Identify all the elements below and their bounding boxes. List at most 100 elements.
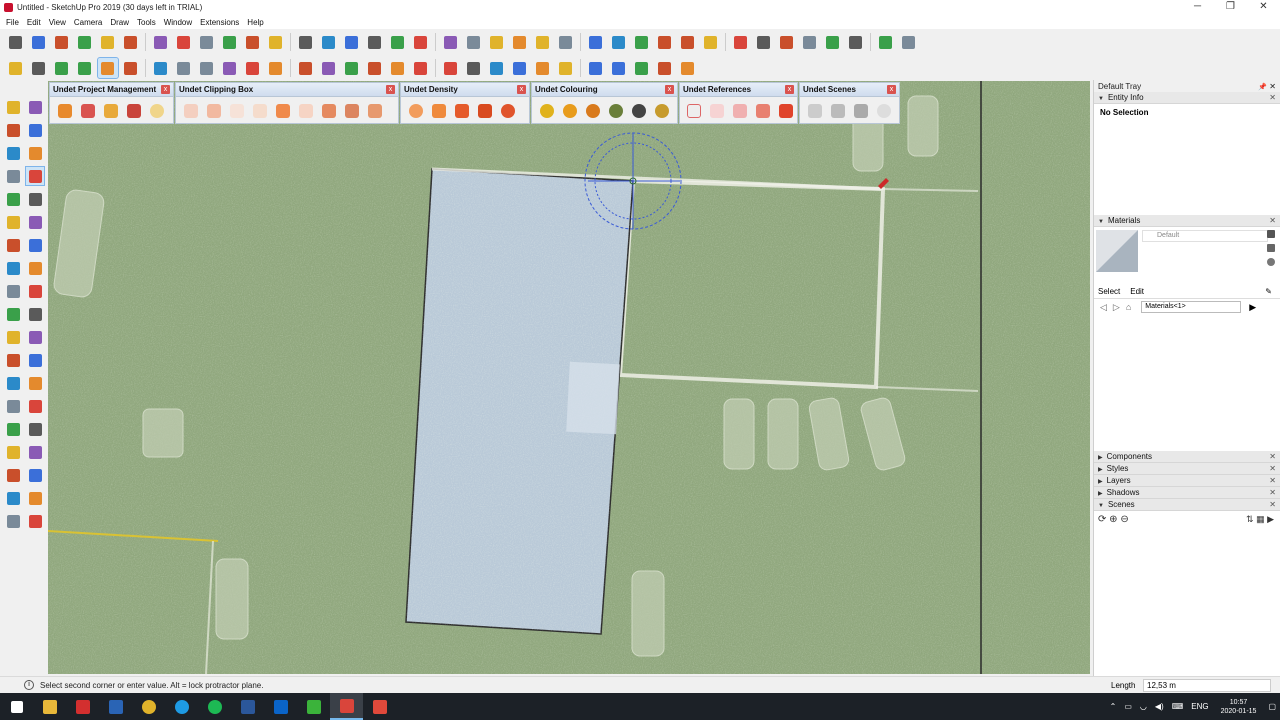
clip-reset-icon[interactable]: [296, 101, 316, 121]
close-icon[interactable]: ✕: [1269, 93, 1276, 102]
scale-icon[interactable]: [731, 32, 751, 52]
text-icon[interactable]: [319, 58, 339, 78]
close-icon[interactable]: ✕: [1269, 452, 1276, 461]
r-app-icon[interactable]: [99, 693, 132, 720]
green-app-icon[interactable]: [297, 693, 330, 720]
panel-materials[interactable]: ▼ Materials ✕: [1094, 215, 1280, 227]
wifi-icon[interactable]: ◡: [1140, 702, 1147, 711]
save-icon[interactable]: [52, 32, 72, 52]
tape-icon[interactable]: [4, 305, 22, 323]
close-icon[interactable]: ✕: [1269, 500, 1276, 509]
rotate-icon[interactable]: [220, 58, 240, 78]
spotify-icon[interactable]: [198, 693, 231, 720]
orbit-icon[interactable]: [365, 58, 385, 78]
freehand-icon[interactable]: [26, 144, 44, 162]
move-icon[interactable]: [4, 236, 22, 254]
circle-icon[interactable]: [151, 58, 171, 78]
left-icon[interactable]: [388, 32, 408, 52]
close-icon[interactable]: ✕: [1269, 488, 1276, 497]
extension-icon[interactable]: [26, 489, 44, 507]
scale-icon[interactable]: [243, 58, 263, 78]
previous-view-icon[interactable]: [26, 420, 44, 438]
home-icon[interactable]: ⌂: [1126, 302, 1131, 312]
3d-text-icon[interactable]: [26, 351, 44, 369]
protractor-icon[interactable]: [342, 58, 362, 78]
look-around-icon[interactable]: [26, 443, 44, 461]
position-camera-icon[interactable]: [4, 443, 22, 461]
follow-me-icon[interactable]: [26, 259, 44, 277]
menu-camera[interactable]: Camera: [70, 18, 106, 27]
look-icon[interactable]: [510, 58, 530, 78]
outlook-icon[interactable]: [264, 693, 297, 720]
eraser-icon[interactable]: [29, 58, 49, 78]
xray-icon[interactable]: [411, 32, 431, 52]
follow-me-icon[interactable]: [701, 32, 721, 52]
menu-view[interactable]: View: [45, 18, 70, 27]
scene-play-icon[interactable]: [874, 101, 894, 121]
keyboard-icon[interactable]: ⌨: [1172, 702, 1184, 711]
axes-icon[interactable]: [876, 32, 896, 52]
polygon-icon[interactable]: [174, 58, 194, 78]
offset-icon[interactable]: [26, 282, 44, 300]
pie-icon[interactable]: [26, 213, 44, 231]
close-toolbar-button[interactable]: x: [887, 85, 896, 94]
measurement-input[interactable]: 12,53 m: [1143, 678, 1271, 692]
add-scene-icon[interactable]: ⊕: [1109, 514, 1117, 525]
clip-invert-icon[interactable]: [273, 101, 293, 121]
model-info-icon[interactable]: [243, 32, 263, 52]
pin-icon[interactable]: 📌: [1258, 84, 1267, 91]
language-indicator[interactable]: ENG: [1191, 702, 1208, 711]
ref-line-icon[interactable]: [707, 101, 727, 121]
clip-move-icon[interactable]: [319, 101, 339, 121]
scene-options-icon[interactable]: ⇅ ▦ ▶: [1246, 514, 1274, 525]
colour-gray-icon[interactable]: [629, 101, 649, 121]
position-camera-icon[interactable]: [533, 58, 553, 78]
menu-extensions[interactable]: Extensions: [196, 18, 243, 27]
network-icon[interactable]: ▭: [1124, 702, 1132, 711]
walk-icon[interactable]: [4, 466, 22, 484]
text-icon[interactable]: [846, 32, 866, 52]
hidden-line-icon[interactable]: [464, 32, 484, 52]
ruby-icon[interactable]: [632, 58, 652, 78]
sample-paint-icon[interactable]: [1267, 244, 1275, 252]
details-arrow-icon[interactable]: ▶: [1249, 302, 1256, 313]
text-icon[interactable]: [26, 328, 44, 346]
pan-icon[interactable]: [26, 374, 44, 392]
undo-icon[interactable]: [174, 32, 194, 52]
select-icon[interactable]: [6, 58, 26, 78]
clock[interactable]: 10:57 2020-01-15: [1221, 698, 1257, 716]
material-swatch[interactable]: [1096, 230, 1138, 272]
paste-icon[interactable]: [121, 32, 141, 52]
file-explorer-icon[interactable]: [33, 693, 66, 720]
clip-box-icon[interactable]: [181, 101, 201, 121]
create-material-icon[interactable]: [1267, 230, 1275, 238]
open-project-icon[interactable]: [55, 101, 75, 121]
clip-face-icon[interactable]: [227, 101, 247, 121]
component-icon[interactable]: [6, 32, 26, 52]
monochrome-icon[interactable]: [533, 32, 553, 52]
push-pull-icon[interactable]: [26, 236, 44, 254]
panel-components[interactable]: ▶ Components ✕: [1094, 451, 1280, 463]
panel-entity-info[interactable]: ▼ Entity Info ✕: [1094, 92, 1280, 104]
panel-styles[interactable]: ▶ Styles ✕: [1094, 463, 1280, 475]
skype-icon[interactable]: [165, 693, 198, 720]
rotate-icon[interactable]: [4, 259, 22, 277]
clip-scale-icon[interactable]: [365, 101, 385, 121]
zoom-icon[interactable]: [4, 397, 22, 415]
warehouse-icon[interactable]: [655, 58, 675, 78]
section-plane-icon[interactable]: [26, 466, 44, 484]
material-name-field[interactable]: Default: [1142, 230, 1268, 242]
extension-icon[interactable]: [609, 32, 629, 52]
panel-shadows[interactable]: ▶ Shadows ✕: [1094, 487, 1280, 499]
chevron-up-icon[interactable]: ⌃: [1110, 702, 1117, 711]
tape-icon[interactable]: [777, 32, 797, 52]
select-icon[interactable]: [4, 98, 22, 116]
line-icon[interactable]: [4, 144, 22, 162]
zoom-window-icon[interactable]: [26, 397, 44, 415]
axes-icon[interactable]: [4, 351, 22, 369]
close-toolbar-button[interactable]: x: [161, 85, 170, 94]
menu-help[interactable]: Help: [243, 18, 267, 27]
import-cloud-icon[interactable]: [78, 101, 98, 121]
remove-scene-icon[interactable]: ⊖: [1120, 514, 1128, 525]
chrome-icon[interactable]: [132, 693, 165, 720]
